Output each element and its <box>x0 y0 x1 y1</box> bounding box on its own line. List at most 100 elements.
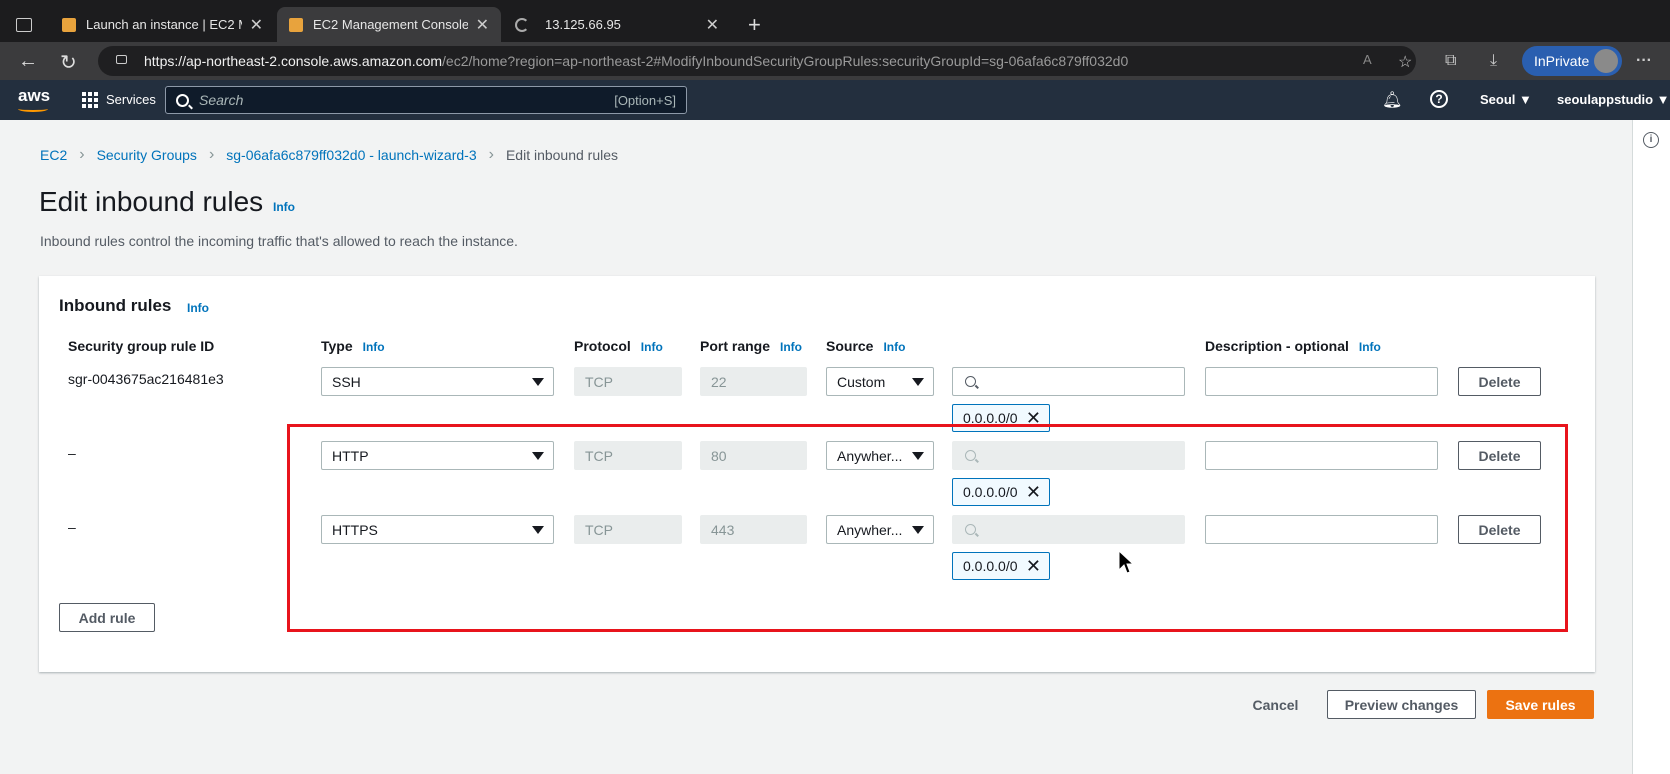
col-header-source: Source Info <box>826 338 906 354</box>
source-select[interactable]: Custom <box>826 367 934 396</box>
url-input[interactable]: https://ap-northeast-2.console.aws.amazo… <box>98 46 1416 76</box>
type-select[interactable]: HTTPS <box>321 515 554 544</box>
back-icon[interactable]: ← <box>18 50 38 73</box>
aws-favicon-icon <box>289 17 303 32</box>
notifications-bell-icon[interactable]: 🔔︎ <box>1382 90 1402 110</box>
caret-down-icon <box>912 378 924 386</box>
source-select[interactable]: Anywher... <box>826 515 934 544</box>
type-select[interactable]: SSH <box>321 367 554 396</box>
rule-id: – <box>68 519 76 535</box>
chevron-right-icon: › <box>488 146 494 163</box>
cidr-search-input <box>952 515 1185 544</box>
browser-tab-bar: Launch an instance | EC2 Mana ✕ EC2 Mana… <box>0 0 1670 42</box>
download-icon[interactable]: ⤓ <box>1490 52 1497 70</box>
cidr-token: 0.0.0.0/0 ✕ <box>952 478 1050 506</box>
breadcrumb-current: Edit inbound rules <box>505 147 619 163</box>
caret-down-icon <box>532 378 544 386</box>
tab-launch-instance[interactable]: Launch an instance | EC2 Mana ✕ <box>50 7 275 42</box>
close-tab-icon[interactable]: ✕ <box>706 15 719 35</box>
region-selector[interactable]: Seoul ▼ <box>1480 92 1532 107</box>
more-options-icon[interactable]: ··· <box>1636 52 1652 70</box>
rule-id: sgr-0043675ac216481e3 <box>68 371 224 387</box>
info-panel-icon[interactable]: i <box>1643 132 1659 148</box>
account-menu[interactable]: seoulappstudio ▼ <box>1557 92 1670 107</box>
favorite-star-icon[interactable]: ☆ <box>1398 52 1412 72</box>
profile-avatar <box>1594 49 1618 73</box>
main-content: EC2 › Security Groups › sg-06afa6c879ff0… <box>0 120 1632 774</box>
search-icon <box>965 450 976 461</box>
col-header-description: Description - optional Info <box>1205 338 1381 354</box>
source-select[interactable]: Anywher... <box>826 441 934 470</box>
new-tab-icon[interactable]: + <box>748 12 761 38</box>
aws-smile-icon <box>18 106 48 112</box>
read-aloud-icon[interactable]: A <box>1363 52 1372 67</box>
chevron-right-icon: › <box>208 146 215 163</box>
port-range-field: 80 <box>700 441 807 470</box>
add-rule-button[interactable]: Add rule <box>59 603 155 632</box>
rule-id: – <box>68 445 76 461</box>
tab-actions-icon[interactable] <box>16 18 32 32</box>
save-rules-button[interactable]: Save rules <box>1487 690 1594 719</box>
page-description: Inbound rules control the incoming traff… <box>40 233 518 249</box>
source-info-link[interactable]: Info <box>883 340 905 354</box>
protocol-field: TCP <box>574 367 682 396</box>
aws-search-input[interactable]: Search [Option+S] <box>165 86 687 114</box>
delete-rule-button[interactable]: Delete <box>1458 367 1541 396</box>
help-icon[interactable]: ? <box>1430 90 1448 108</box>
lock-icon[interactable] <box>116 55 127 64</box>
port-range-field: 22 <box>700 367 807 396</box>
delete-rule-button[interactable]: Delete <box>1458 515 1541 544</box>
cidr-token: 0.0.0.0/0 ✕ <box>952 404 1050 432</box>
cancel-button[interactable]: Cancel <box>1233 690 1318 719</box>
tab-ip-address[interactable]: 13.125.66.95 ✕ <box>503 7 731 42</box>
collections-icon[interactable]: ⧉ <box>1445 52 1456 70</box>
delete-rule-button[interactable]: Delete <box>1458 441 1541 470</box>
breadcrumb-ec2[interactable]: EC2 <box>40 147 67 163</box>
remove-token-icon[interactable]: ✕ <box>1026 556 1041 577</box>
services-menu[interactable]: Services <box>106 92 156 107</box>
col-header-port-range: Port range Info <box>700 338 803 354</box>
reload-icon[interactable]: ↻ <box>60 50 77 75</box>
col-header-type: Type Info <box>321 338 385 354</box>
inbound-rules-panel: Inbound rules Info Security group rule I… <box>39 276 1595 672</box>
description-input[interactable] <box>1205 441 1438 470</box>
mouse-cursor-icon <box>1118 550 1134 574</box>
description-info-link[interactable]: Info <box>1359 340 1381 354</box>
col-header-rule-id: Security group rule ID <box>68 338 215 354</box>
description-input[interactable] <box>1205 367 1438 396</box>
port-range-info-link[interactable]: Info <box>780 340 802 354</box>
caret-down-icon <box>912 452 924 460</box>
search-icon <box>176 93 189 107</box>
type-info-link[interactable]: Info <box>363 340 385 354</box>
breadcrumb-security-group[interactable]: sg-06afa6c879ff032d0 - launch-wizard-3 <box>226 147 476 163</box>
remove-token-icon[interactable]: ✕ <box>1026 408 1041 429</box>
protocol-field: TCP <box>574 515 682 544</box>
breadcrumb: EC2 › Security Groups › sg-06afa6c879ff0… <box>40 146 618 164</box>
description-input[interactable] <box>1205 515 1438 544</box>
inprivate-badge[interactable]: InPrivate <box>1522 46 1622 76</box>
loading-spinner-icon <box>515 17 529 32</box>
cidr-search-input[interactable] <box>952 367 1185 396</box>
browser-address-bar: ← ↻ https://ap-northeast-2.console.aws.a… <box>0 42 1670 80</box>
breadcrumb-security-groups[interactable]: Security Groups <box>97 147 197 163</box>
cidr-token: 0.0.0.0/0 ✕ <box>952 552 1050 580</box>
preview-changes-button[interactable]: Preview changes <box>1327 690 1476 719</box>
protocol-info-link[interactable]: Info <box>641 340 663 354</box>
panel-title: Inbound rules <box>59 296 172 315</box>
page-info-link[interactable]: Info <box>273 200 295 214</box>
remove-token-icon[interactable]: ✕ <box>1026 482 1041 503</box>
chevron-right-icon: › <box>79 146 85 163</box>
aws-favicon-icon <box>62 17 76 32</box>
tab-ec2-console[interactable]: EC2 Management Console ✕ <box>277 7 501 42</box>
aws-top-nav: aws Services Search [Option+S] 🔔︎ ? Seou… <box>0 80 1670 120</box>
panel-info-link[interactable]: Info <box>187 301 209 315</box>
close-tab-icon[interactable]: ✕ <box>476 15 489 35</box>
close-tab-icon[interactable]: ✕ <box>250 15 263 35</box>
page-title: Edit inbound rules <box>39 186 264 217</box>
caret-down-icon <box>532 526 544 534</box>
services-grid-icon[interactable] <box>82 92 98 108</box>
cidr-search-input <box>952 441 1185 470</box>
aws-logo[interactable]: aws <box>18 86 50 112</box>
utility-rail: i <box>1632 120 1670 774</box>
type-select[interactable]: HTTP <box>321 441 554 470</box>
